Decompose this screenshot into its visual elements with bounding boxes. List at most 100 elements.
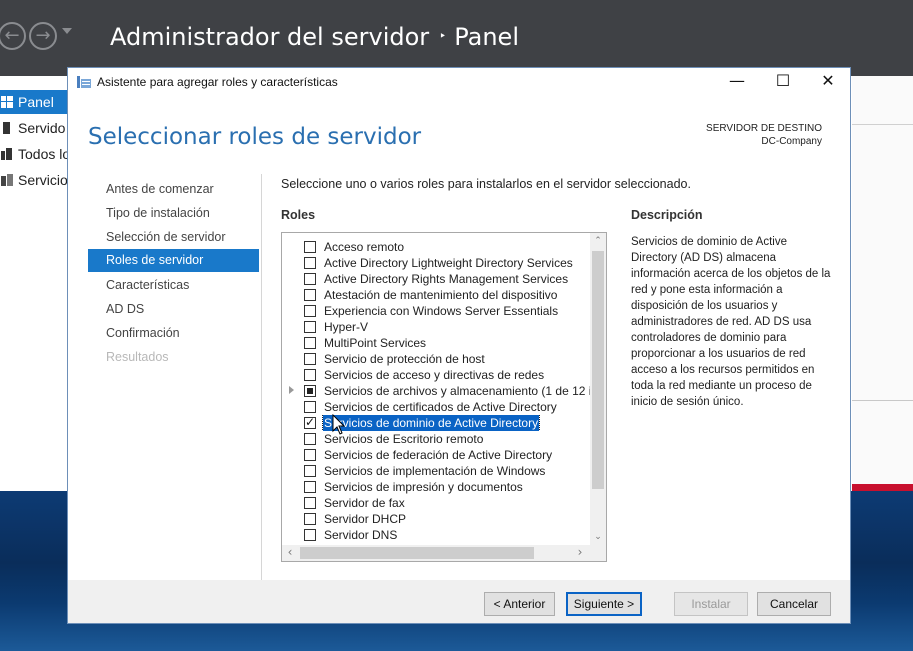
- sidebar-item-all-servers[interactable]: Todos lo: [0, 142, 70, 166]
- server-manager-content: [852, 76, 913, 491]
- role-item[interactable]: Active Directory Lightweight Directory S…: [282, 255, 590, 271]
- role-item[interactable]: Servicios de Escritorio remoto: [282, 431, 590, 447]
- file-services-icon: [1, 174, 13, 186]
- wizard-step-features[interactable]: Características: [88, 274, 259, 297]
- role-item[interactable]: Atestación de mantenimiento del disposit…: [282, 287, 590, 303]
- page-title: Seleccionar roles de servidor: [88, 124, 422, 150]
- cancel-button[interactable]: Cancelar: [757, 592, 831, 616]
- role-label: Servicios de implementación de Windows: [324, 464, 546, 478]
- sidebar-item-label: Servicio: [18, 172, 68, 188]
- minimize-button[interactable]: —: [714, 68, 760, 96]
- role-checkbox[interactable]: [304, 513, 316, 525]
- horizontal-scroll-thumb[interactable]: [300, 547, 534, 559]
- role-checkbox[interactable]: [304, 273, 316, 285]
- maximize-button[interactable]: ☐: [760, 68, 806, 96]
- role-label: Atestación de mantenimiento del disposit…: [324, 288, 558, 302]
- role-label: Servicios de certificados de Active Dire…: [324, 400, 557, 414]
- role-checkbox[interactable]: [304, 321, 316, 333]
- role-checkbox[interactable]: [304, 353, 316, 365]
- role-checkbox[interactable]: [304, 497, 316, 509]
- role-item[interactable]: Experiencia con Windows Server Essential…: [282, 303, 590, 319]
- wizard-header: Seleccionar roles de servidor SERVIDOR D…: [68, 96, 850, 174]
- role-checkbox[interactable]: [304, 289, 316, 301]
- server-manager-title: Administrador del servidor ‣ Panel: [110, 23, 519, 51]
- sidebar-item-label: Servido: [18, 120, 66, 136]
- scroll-left-icon[interactable]: ‹: [282, 545, 298, 561]
- role-item[interactable]: Servicio de protección de host: [282, 351, 590, 367]
- role-checkbox[interactable]: [304, 385, 316, 397]
- role-item[interactable]: Servicios de impresión y documentos: [282, 479, 590, 495]
- wizard-step-before-you-begin[interactable]: Antes de comenzar: [88, 178, 259, 201]
- scrollbar-corner: [590, 545, 606, 561]
- vertical-scrollbar[interactable]: ⌃ ⌄: [590, 233, 606, 545]
- role-checkbox[interactable]: [304, 415, 316, 429]
- server-icon: [3, 122, 10, 134]
- wizard-step-server-selection[interactable]: Selección de servidor: [88, 226, 259, 249]
- role-item[interactable]: Servicios de dominio de Active Directory: [282, 415, 590, 431]
- server-manager-sidebar: Panel Servido Todos lo Servicio: [0, 88, 70, 498]
- role-item[interactable]: Hyper-V: [282, 319, 590, 335]
- role-item[interactable]: MultiPoint Services: [282, 335, 590, 351]
- mouse-cursor-icon: [332, 414, 346, 435]
- role-item[interactable]: Servicios de certificados de Active Dire…: [282, 399, 590, 415]
- role-checkbox[interactable]: [304, 369, 316, 381]
- wizard-window-title: Asistente para agregar roles y caracterí…: [97, 75, 338, 89]
- role-checkbox[interactable]: [304, 337, 316, 349]
- roles-list[interactable]: Acceso remoto Active Directory Lightweigh…: [281, 232, 607, 562]
- role-checkbox[interactable]: [304, 433, 316, 445]
- desktop-accent-strip: [852, 484, 913, 491]
- history-dropdown-icon[interactable]: [62, 28, 72, 34]
- role-item[interactable]: Servidor de fax: [282, 495, 590, 511]
- role-checkbox[interactable]: [304, 241, 316, 253]
- instruction-text: Seleccione uno o varios roles para insta…: [281, 177, 691, 191]
- role-label: Servicio de protección de host: [324, 352, 485, 366]
- role-label: Hyper-V: [324, 320, 369, 334]
- expand-arrow-icon[interactable]: [289, 386, 294, 394]
- forward-arrow-icon[interactable]: →: [29, 22, 57, 50]
- role-item[interactable]: Servidor DHCP: [282, 511, 590, 527]
- role-label: Servicios de acceso y directivas de rede…: [324, 368, 545, 382]
- add-roles-wizard-window: Asistente para agregar roles y caracterí…: [67, 67, 851, 624]
- role-item[interactable]: Servicios de federación de Active Direct…: [282, 447, 590, 463]
- role-checkbox[interactable]: [304, 529, 316, 541]
- nav-divider: [261, 174, 262, 580]
- next-button[interactable]: Siguiente >: [566, 592, 642, 616]
- wizard-step-ad-ds[interactable]: AD DS: [88, 298, 259, 321]
- sidebar-item-local-server[interactable]: Servido: [0, 116, 70, 140]
- role-checkbox[interactable]: [304, 305, 316, 317]
- role-label: Active Directory Rights Management Servi…: [324, 272, 569, 286]
- close-button[interactable]: ✕: [805, 68, 851, 96]
- sidebar-item-file-services[interactable]: Servicio: [0, 168, 70, 192]
- wizard-step-installation-type[interactable]: Tipo de instalación: [88, 202, 259, 225]
- role-label: Experiencia con Windows Server Essential…: [324, 304, 559, 318]
- horizontal-scrollbar[interactable]: ‹ ›: [282, 545, 590, 561]
- wizard-step-server-roles[interactable]: Roles de servidor: [88, 249, 259, 272]
- server-manager-titlebar: ← → Administrador del servidor ‣ Panel: [0, 0, 913, 76]
- role-item[interactable]: Servicios de archivos y almacenamiento (…: [282, 383, 590, 399]
- scroll-down-icon[interactable]: ⌄: [590, 529, 606, 545]
- role-checkbox[interactable]: [304, 449, 316, 461]
- role-checkbox[interactable]: [304, 401, 316, 413]
- role-item[interactable]: Servicios de acceso y directivas de rede…: [282, 367, 590, 383]
- wizard-titlebar[interactable]: Asistente para agregar roles y caracterí…: [68, 68, 850, 96]
- role-checkbox[interactable]: [304, 465, 316, 477]
- role-checkbox[interactable]: [304, 257, 316, 269]
- wizard-step-confirmation[interactable]: Confirmación: [88, 322, 259, 345]
- role-item[interactable]: Acceso remoto: [282, 239, 590, 255]
- breadcrumb-page: Panel: [454, 23, 519, 51]
- app-title: Administrador del servidor: [110, 23, 430, 51]
- role-label: MultiPoint Services: [324, 336, 427, 350]
- scroll-right-icon[interactable]: ›: [572, 545, 588, 561]
- scroll-up-icon[interactable]: ⌃: [590, 233, 606, 249]
- role-item[interactable]: Servicios de implementación de Windows: [282, 463, 590, 479]
- role-item[interactable]: Active Directory Rights Management Servi…: [282, 271, 590, 287]
- wizard-app-icon: [77, 76, 91, 88]
- previous-button[interactable]: < Anterior: [484, 592, 555, 616]
- role-checkbox[interactable]: [304, 481, 316, 493]
- description-heading: Descripción: [631, 208, 703, 222]
- vertical-scroll-thumb[interactable]: [592, 251, 604, 489]
- role-item[interactable]: Servidor DNS: [282, 527, 590, 543]
- sidebar-item-panel[interactable]: Panel: [0, 90, 70, 114]
- role-label: Acceso remoto: [324, 240, 405, 254]
- back-arrow-icon[interactable]: ←: [0, 22, 26, 50]
